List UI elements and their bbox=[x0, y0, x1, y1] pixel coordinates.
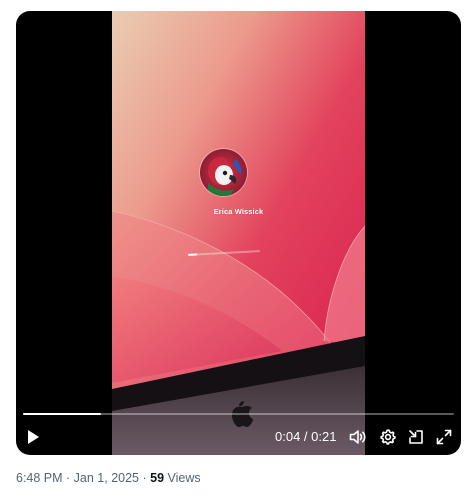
post-time[interactable]: 6:48 PM bbox=[16, 471, 63, 485]
views-label: Views bbox=[164, 471, 201, 485]
post-media-page: Erica Wissick 0:04 / 0:21 6:48 PM · Jan … bbox=[0, 0, 474, 498]
play-icon bbox=[28, 430, 39, 444]
picture-in-picture-button[interactable] bbox=[405, 424, 427, 450]
video-scrubber[interactable] bbox=[23, 413, 454, 415]
volume-icon bbox=[349, 430, 366, 444]
gear-icon bbox=[380, 429, 396, 445]
wallpaper-graphic bbox=[112, 11, 365, 455]
video-frame[interactable]: Erica Wissick bbox=[112, 11, 365, 455]
scrubber-played bbox=[23, 413, 101, 415]
video-player[interactable]: Erica Wissick 0:04 / 0:21 bbox=[16, 11, 461, 455]
settings-button[interactable] bbox=[377, 424, 399, 450]
views-count: 59 bbox=[150, 471, 165, 485]
picture-in-picture-icon bbox=[409, 430, 423, 444]
video-controls: 0:04 / 0:21 bbox=[16, 424, 461, 450]
login-username: Erica Wissick bbox=[213, 207, 264, 216]
fullscreen-button[interactable] bbox=[433, 424, 455, 450]
current-time: 0:04 bbox=[275, 429, 301, 444]
post-metadata: 6:48 PM · Jan 1, 2025 · 59 Views bbox=[16, 471, 201, 485]
playback-time: 0:04 / 0:21 bbox=[275, 429, 336, 445]
fullscreen-icon bbox=[436, 429, 452, 445]
parrot-avatar bbox=[200, 149, 247, 196]
meta-separator: · bbox=[139, 471, 151, 485]
duration: 0:21 bbox=[311, 429, 337, 444]
time-separator: / bbox=[300, 429, 312, 444]
meta-separator: · bbox=[62, 471, 74, 485]
play-button[interactable] bbox=[22, 424, 44, 450]
post-date[interactable]: Jan 1, 2025 bbox=[74, 471, 139, 485]
volume-button[interactable] bbox=[347, 424, 369, 450]
